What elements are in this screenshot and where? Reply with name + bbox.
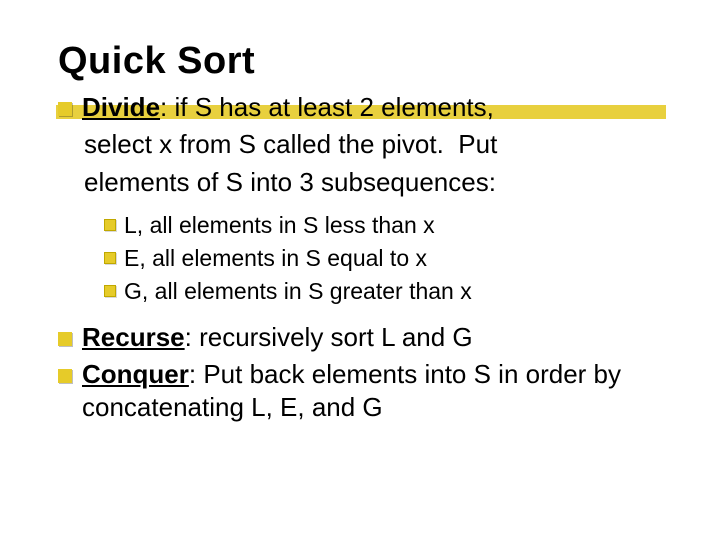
sub-item-g: G, all elements in S greater than x (104, 275, 662, 308)
sub-item-l-text: L, all elements in S less than x (124, 209, 662, 242)
square-bullet-icon (104, 219, 116, 231)
sub-item-g-text: G, all elements in S greater than x (124, 275, 662, 308)
recurse-line: Recurse: recursively sort L and G (82, 321, 662, 354)
square-bullet-icon (58, 332, 72, 346)
conquer-label: Conquer (82, 359, 189, 389)
bullet-recurse: Recurse: recursively sort L and G (58, 321, 662, 354)
divide-label: Divide (82, 92, 160, 122)
sub-item-e-text: E, all elements in S equal to x (124, 242, 662, 275)
conquer-line: Conquer: Put back elements into S in ord… (82, 358, 662, 425)
sub-item-l: L, all elements in S less than x (104, 209, 662, 242)
sub-item-e: E, all elements in S equal to x (104, 242, 662, 275)
square-bullet-icon (58, 369, 72, 383)
divide-text-part1: : if S has at least 2 elements, (160, 92, 494, 122)
square-bullet-icon (104, 285, 116, 297)
divide-text-part3: elements of S into 3 subsequences: (58, 166, 662, 199)
square-bullet-icon (58, 102, 72, 116)
square-bullet-icon (104, 252, 116, 264)
recurse-label: Recurse (82, 322, 185, 352)
bullet-divide-line1: Divide: if S has at least 2 elements, (82, 91, 662, 124)
recurse-text: : recursively sort L and G (185, 322, 473, 352)
slide-title: Quick Sort (58, 40, 662, 83)
divide-sublist: L, all elements in S less than x E, all … (104, 209, 662, 309)
divide-text-part2: select x from S called the pivot. Put (58, 128, 662, 161)
bullet-divide: Divide: if S has at least 2 elements, (58, 91, 662, 124)
bullet-conquer: Conquer: Put back elements into S in ord… (58, 358, 662, 425)
